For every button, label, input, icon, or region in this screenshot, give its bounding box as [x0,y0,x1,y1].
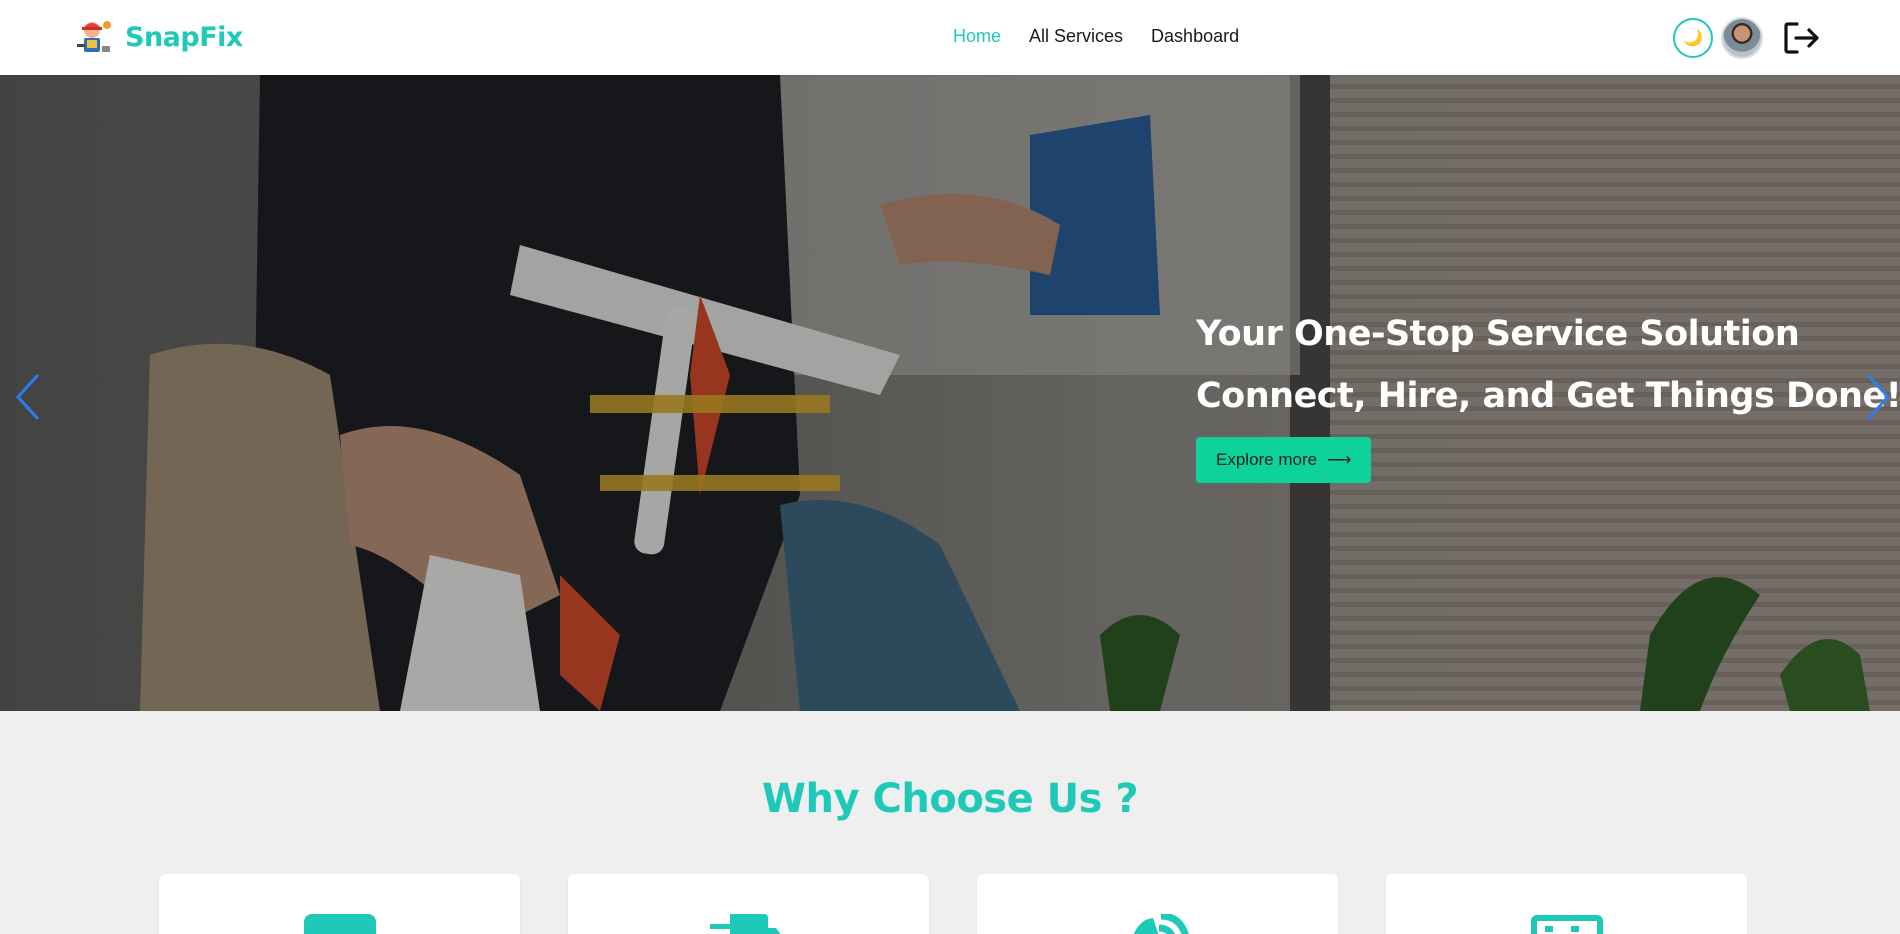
handyman-logo-icon [77,21,111,52]
satellite-icon [1133,914,1189,934]
hero-carousel: Your One-Stop Service Solution Connect, … [0,75,1900,711]
why-choose-us-title: Why Choose Us ? [761,776,1139,822]
feature-card [568,874,929,934]
theme-toggle-button[interactable]: 🌙 [1673,18,1713,58]
feature-card [977,874,1338,934]
nav-actions: 🌙 [1673,15,1825,61]
monitor-icon [1530,915,1603,934]
truck-icon [709,914,780,934]
feature-cards [159,874,1747,934]
main-nav: Home All Services Dashboard [953,26,1239,47]
carousel-next-button[interactable] [1858,367,1898,427]
user-avatar[interactable] [1721,17,1763,59]
feature-card [1386,874,1747,934]
hero-heading-line-1: Your One-Stop Service Solution [1196,314,1800,354]
nav-link-all-services[interactable]: All Services [1029,26,1123,47]
carousel-prev-button[interactable] [8,367,48,427]
moon-icon: 🌙 [1683,30,1703,47]
nav-link-dashboard[interactable]: Dashboard [1151,26,1239,47]
explore-more-button[interactable]: Explore more ⟶ [1196,437,1372,483]
card-icon [303,914,376,934]
brand[interactable]: SnapFix [75,16,243,58]
hero-heading-line-2: Connect, Hire, and Get Things Done! [1196,376,1900,416]
nav-link-home[interactable]: Home [953,26,1001,47]
hero-text: Your One-Stop Service Solution Connect, … [1196,303,1900,483]
logout-icon [1784,22,1819,54]
navbar: SnapFix Home All Services Dashboard 🌙 [0,0,1900,75]
feature-card [159,874,520,934]
logout-button[interactable] [1779,15,1825,61]
arrow-right-icon: ⟶ [1327,450,1352,469]
chevron-right-icon [1866,373,1891,421]
explore-more-label: Explore more [1216,450,1318,469]
brand-name: SnapFix [125,21,243,53]
chevron-left-icon [15,373,40,421]
